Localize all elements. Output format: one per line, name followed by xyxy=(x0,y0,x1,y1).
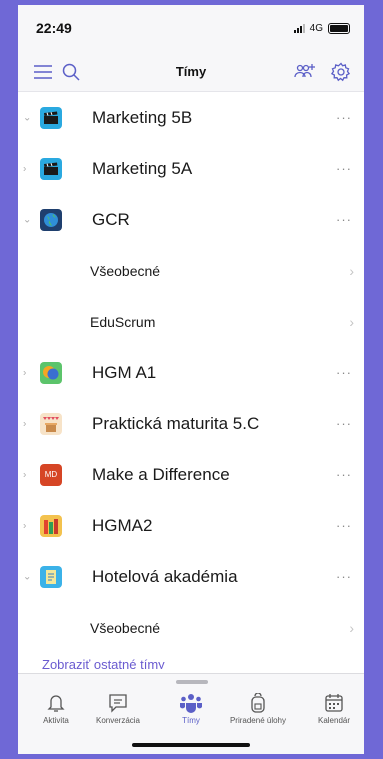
team-row[interactable]: › HGM A1 ··· xyxy=(18,347,364,398)
tab-label: Tímy xyxy=(182,716,200,725)
network-label: 4G xyxy=(309,22,323,34)
chevron-down-icon[interactable]: ⌄ xyxy=(23,214,31,225)
team-name: GCR xyxy=(92,209,130,229)
chevron-down-icon[interactable]: ⌄ xyxy=(23,112,31,123)
team-initials-avatar: MD xyxy=(40,463,62,486)
chevron-right-icon[interactable]: › xyxy=(23,469,26,480)
chevron-right-icon[interactable]: › xyxy=(23,367,26,378)
team-name: Make a Difference xyxy=(92,464,230,484)
chevron-right-icon[interactable]: › xyxy=(23,520,26,531)
channel-name: Všeobecné xyxy=(90,262,161,279)
status-bar: 22:49 4G xyxy=(18,5,364,51)
team-row[interactable]: › MD Make a Difference ··· xyxy=(18,449,364,500)
clapperboard-icon xyxy=(40,106,62,129)
tab-assignments[interactable]: Priradené úlohy xyxy=(228,692,288,725)
channel-row[interactable]: Všeobecné › xyxy=(18,602,364,653)
channel-row[interactable]: Všeobecné › xyxy=(18,245,364,296)
add-team-icon[interactable] xyxy=(294,61,316,83)
calendar-icon xyxy=(304,692,364,714)
more-options-icon[interactable]: ··· xyxy=(336,518,352,533)
team-row[interactable]: ⌄ Marketing 5B ··· xyxy=(18,92,364,143)
more-options-icon[interactable]: ··· xyxy=(336,365,352,380)
team-name: HGM A1 xyxy=(92,362,157,382)
team-name: Marketing 5A xyxy=(92,158,193,178)
drawer-handle[interactable] xyxy=(176,680,208,684)
tab-chat[interactable]: Konverzácia xyxy=(88,692,148,725)
team-row[interactable]: › Marketing 5A ··· xyxy=(18,143,364,194)
more-options-icon[interactable]: ··· xyxy=(336,161,352,176)
team-name: Hotelová akadémia xyxy=(92,566,238,586)
more-options-icon[interactable]: ··· xyxy=(336,467,352,482)
more-options-icon[interactable]: ··· xyxy=(336,110,352,125)
status-time: 22:49 xyxy=(36,20,72,36)
gear-icon[interactable] xyxy=(330,61,352,83)
team-row[interactable]: ⌄ GCR ··· xyxy=(18,194,364,245)
more-options-icon[interactable]: ··· xyxy=(336,569,352,584)
channel-row[interactable]: EduScrum › xyxy=(18,296,364,347)
chevron-down-icon[interactable]: ⌄ xyxy=(23,571,31,582)
chat-bubbles-icon xyxy=(40,361,62,384)
battery-icon xyxy=(328,22,350,34)
signal-icon xyxy=(293,23,305,33)
backpack-icon xyxy=(228,692,288,714)
chevron-right-icon: › xyxy=(349,619,354,636)
chevron-right-icon: › xyxy=(349,262,354,279)
status-indicators: 4G xyxy=(293,22,350,34)
more-options-icon[interactable]: ··· xyxy=(336,212,352,227)
chevron-right-icon[interactable]: › xyxy=(23,418,26,429)
home-indicator xyxy=(132,743,250,747)
chevron-right-icon: › xyxy=(349,313,354,330)
team-row[interactable]: ⌄ Hotelová akadémia ··· xyxy=(18,551,364,602)
tab-activity[interactable]: Aktivita xyxy=(26,692,86,725)
teams-list: ⌄ Marketing 5B ··· › Marketing 5A ··· ⌄ … xyxy=(18,92,364,653)
app-header: Tímy xyxy=(18,51,364,92)
more-options-icon[interactable]: ··· xyxy=(336,416,352,431)
show-other-teams-link[interactable]: Zobraziť ostatné tímy xyxy=(18,657,364,669)
books-icon xyxy=(40,514,62,537)
team-name: Marketing 5B xyxy=(92,107,193,127)
tab-teams[interactable]: Tímy xyxy=(161,692,221,725)
tab-label: Kalendár xyxy=(317,716,351,725)
channel-name: Všeobecné xyxy=(90,619,161,636)
tab-label: Priradené úlohy xyxy=(229,716,287,725)
phone-screen: 22:49 4G Tímy ⌄ Marketing 5B ··· › Marke… xyxy=(18,5,364,754)
party-icon xyxy=(40,412,62,435)
chat-icon xyxy=(88,692,148,714)
document-icon xyxy=(40,565,62,588)
team-name: HGMA2 xyxy=(92,515,153,535)
tab-calendar[interactable]: Kalendár xyxy=(304,692,364,725)
teams-icon xyxy=(161,692,221,714)
team-row[interactable]: › Praktická maturita 5.C ··· xyxy=(18,398,364,449)
team-row[interactable]: › HGMA2 ··· xyxy=(18,500,364,551)
clapperboard-icon xyxy=(40,157,62,180)
team-name: Praktická maturita 5.C xyxy=(92,413,260,433)
bottom-tab-bar: Aktivita Konverzácia Tímy Priradené úloh… xyxy=(18,673,364,754)
tab-label: Konverzácia xyxy=(95,716,141,725)
chevron-right-icon[interactable]: › xyxy=(23,163,26,174)
channel-name: EduScrum xyxy=(90,313,156,330)
bell-icon xyxy=(26,692,86,714)
globe-icon xyxy=(40,208,62,231)
tab-label: Aktivita xyxy=(43,716,69,725)
